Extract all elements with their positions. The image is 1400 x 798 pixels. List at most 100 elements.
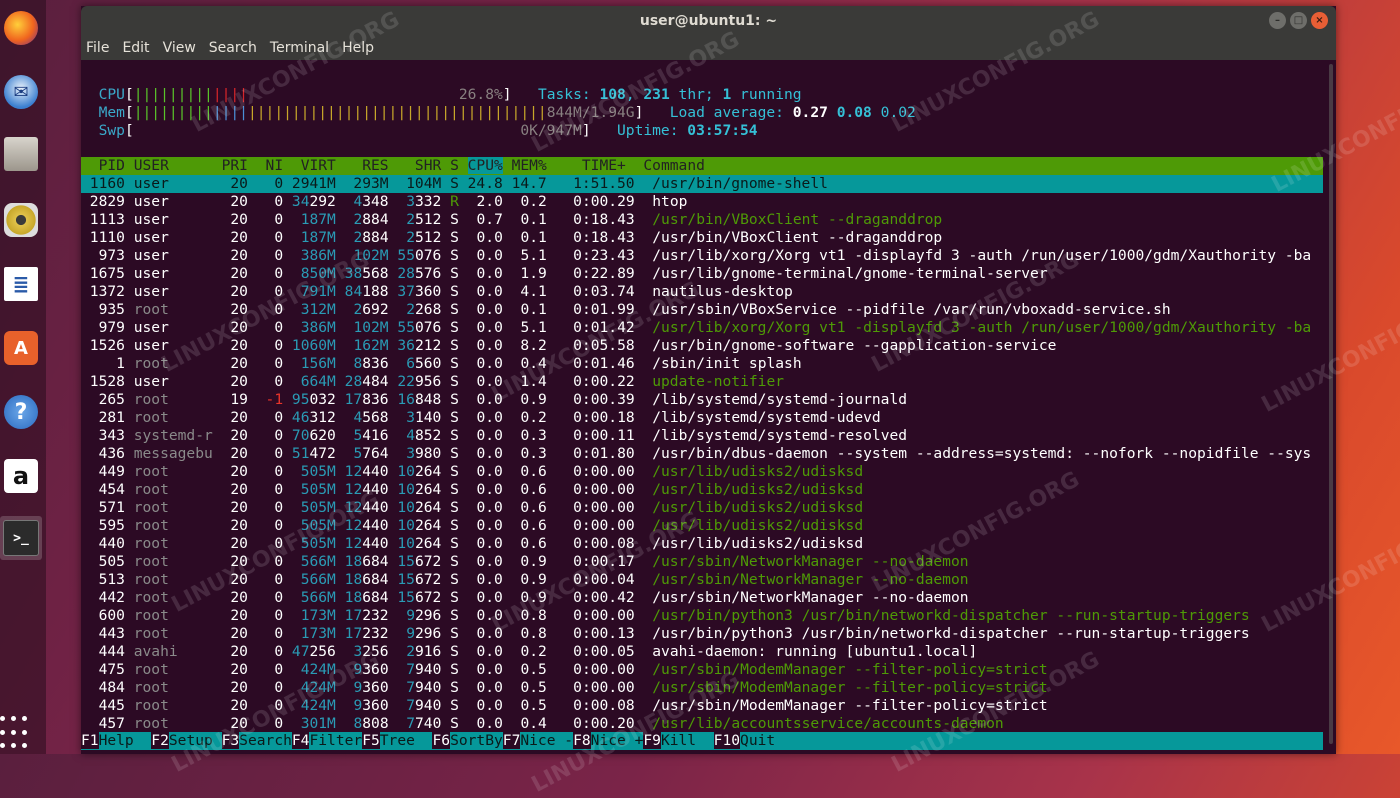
process-row[interactable]: 1113 user 20 0 187M 2884 2512 S 0.7 0.1 … (81, 211, 1323, 229)
proc-virt-pad (292, 679, 301, 696)
sp (441, 193, 450, 210)
process-row[interactable]: 484 root 20 0 424M 9360 7940 S 0.0 0.5 0… (81, 679, 1323, 697)
fkey-f9[interactable]: F9Kill (643, 732, 713, 749)
menu-view[interactable]: View (163, 40, 196, 56)
fkey-f10[interactable]: F10Quit (713, 732, 775, 749)
sp (336, 229, 345, 246)
tasks-count: 108 (599, 86, 626, 103)
software-launcher[interactable]: A (0, 326, 42, 370)
thunderbird-launcher[interactable]: ✉ (0, 70, 42, 114)
process-row[interactable]: 1372 user 20 0 791M 84188 37360 S 0.0 4.… (81, 283, 1323, 301)
process-row[interactable]: 457 root 20 0 301M 8808 7740 S 0.0 0.4 0… (81, 715, 1323, 733)
proc-cpu: 0.0 (467, 499, 512, 516)
sp (441, 301, 450, 318)
fkey-f8[interactable]: F8Nice + (573, 732, 643, 749)
proc-state: S (450, 247, 468, 264)
process-row[interactable]: 265 root 19 -1 95032 17836 16848 S 0.0 0… (81, 391, 1323, 409)
process-row[interactable]: 571 root 20 0 505M 12440 10264 S 0.0 0.6… (81, 499, 1323, 517)
proc-res: 12440 (344, 499, 389, 516)
proc-state: R (450, 193, 468, 210)
proc-ni: 0 (256, 337, 292, 354)
process-row[interactable]: 513 root 20 0 566M 18684 15672 S 0.0 0.9… (81, 571, 1323, 589)
process-row[interactable]: 444 avahi 20 0 47256 3256 2916 S 0.0 0.2… (81, 643, 1323, 661)
proc-ni: 0 (256, 697, 292, 714)
process-row[interactable]: 436 messagebu 20 0 51472 5764 3980 S 0.0… (81, 445, 1323, 463)
fkey-f5[interactable]: F5Tree (362, 732, 432, 749)
scrollbar[interactable] (1323, 60, 1336, 754)
proc-shr-pad (397, 679, 406, 696)
proc-ni: 0 (256, 301, 292, 318)
rhythmbox-launcher[interactable] (0, 198, 42, 242)
process-row[interactable]: 935 root 20 0 312M 2692 2268 S 0.0 0.1 0… (81, 301, 1323, 319)
proc-ni: 0 (256, 445, 292, 462)
proc-pri: 20 (221, 337, 257, 354)
menu-help[interactable]: Help (342, 40, 374, 56)
help-launcher[interactable]: ? (0, 390, 42, 434)
menu-file[interactable]: File (86, 40, 109, 56)
col-time: TIME+ (546, 157, 644, 174)
proc-user: user (133, 283, 222, 300)
close-button[interactable]: × (1311, 12, 1328, 29)
process-row[interactable]: 343 systemd-r 20 0 70620 5416 4852 S 0.0… (81, 427, 1323, 445)
proc-cpu: 0.0 (467, 265, 512, 282)
process-row[interactable]: 281 root 20 0 46312 4568 3140 S 0.0 0.2 … (81, 409, 1323, 427)
fkey-f6[interactable]: F6SortBy (432, 732, 503, 749)
process-row[interactable]: 1 root 20 0 156M 8836 6560 S 0.0 0.4 0:0… (81, 355, 1323, 373)
sp (441, 265, 450, 282)
minimize-button[interactable]: – (1269, 12, 1286, 29)
proc-state: S (450, 679, 468, 696)
proc-mem: 0.6 (511, 517, 556, 534)
sp (336, 679, 345, 696)
process-row[interactable]: 445 root 20 0 424M 9360 7940 S 0.0 0.5 0… (81, 697, 1323, 715)
process-row[interactable]: 505 root 20 0 566M 18684 15672 S 0.0 0.9… (81, 553, 1323, 571)
process-row[interactable]: 449 root 20 0 505M 12440 10264 S 0.0 0.6… (81, 463, 1323, 481)
col-pid: PID (81, 157, 134, 174)
proc-res: 5764 (353, 445, 389, 462)
process-row[interactable]: 973 user 20 0 386M 102M 55076 S 0.0 5.1 … (81, 247, 1323, 265)
firefox-launcher[interactable] (0, 6, 42, 50)
fkey-f3[interactable]: F3Search (221, 732, 292, 749)
terminal-launcher[interactable]: >_ (0, 516, 42, 560)
process-row[interactable]: 595 root 20 0 505M 12440 10264 S 0.0 0.6… (81, 517, 1323, 535)
writer-launcher[interactable]: ≣ (0, 262, 42, 306)
process-row[interactable]: 1528 user 20 0 664M 28484 22956 S 0.0 1.… (81, 373, 1323, 391)
amazon-launcher[interactable]: a (0, 454, 42, 498)
menu-terminal[interactable]: Terminal (270, 40, 329, 56)
proc-mem: 1.9 (511, 265, 556, 282)
process-row[interactable]: 442 root 20 0 566M 18684 15672 S 0.0 0.9… (81, 589, 1323, 607)
proc-pid: 1675 (81, 265, 134, 282)
process-row[interactable]: 1675 user 20 0 850M 38568 28576 S 0.0 1.… (81, 265, 1323, 283)
process-row[interactable]: 475 root 20 0 424M 9360 7940 S 0.0 0.5 0… (81, 661, 1323, 679)
show-applications-button[interactable] (0, 712, 36, 752)
proc-pid: 457 (81, 715, 134, 732)
proc-mem: 4.1 (511, 283, 556, 300)
fkey-f7[interactable]: F7Nice - (502, 732, 573, 749)
process-row[interactable]: 2829 user 20 0 34292 4348 3332 R 2.0 0.2… (81, 193, 1323, 211)
process-row[interactable]: 1110 user 20 0 187M 2884 2512 S 0.0 0.1 … (81, 229, 1323, 247)
menu-edit[interactable]: Edit (122, 40, 149, 56)
proc-command: /usr/lib/gnome-terminal/gnome-terminal-s… (652, 265, 1048, 282)
maximize-button[interactable]: □ (1290, 12, 1307, 29)
fkey-f2[interactable]: F2Setup (151, 732, 221, 749)
process-row[interactable]: 1160 user 20 0 2941M 293M 104M S 24.8 14… (81, 175, 1323, 193)
proc-virt-pad (292, 517, 301, 534)
terminal-content[interactable]: CPU[||||||||||||| 26.8%] Tasks: 108, 231… (81, 60, 1323, 754)
process-table-header[interactable]: PID USER PRI NI VIRT RES SHR S CPU% MEM%… (81, 157, 1323, 175)
running-count: 1 (722, 86, 732, 103)
scrollbar-thumb[interactable] (1329, 64, 1333, 744)
proc-cpu: 0.0 (467, 229, 512, 246)
process-row[interactable]: 443 root 20 0 173M 17232 9296 S 0.0 0.8 … (81, 625, 1323, 643)
process-row[interactable]: 600 root 20 0 173M 17232 9296 S 0.0 0.8 … (81, 607, 1323, 625)
fkey-f4[interactable]: F4Filter (291, 732, 362, 749)
menu-search[interactable]: Search (209, 40, 257, 56)
proc-virt: 566M (300, 589, 336, 606)
proc-virt-pad (292, 463, 301, 480)
process-row[interactable]: 1526 user 20 0 1060M 162M 36212 S 0.0 8.… (81, 337, 1323, 355)
fkey-f1[interactable]: F1Help (81, 732, 151, 749)
process-row[interactable]: 440 root 20 0 505M 12440 10264 S 0.0 0.6… (81, 535, 1323, 553)
process-row[interactable]: 979 user 20 0 386M 102M 55076 S 0.0 5.1 … (81, 319, 1323, 337)
files-launcher[interactable] (0, 132, 42, 176)
proc-ni: 0 (256, 193, 292, 210)
process-row[interactable]: 454 root 20 0 505M 12440 10264 S 0.0 0.6… (81, 481, 1323, 499)
proc-pri: 20 (221, 517, 257, 534)
